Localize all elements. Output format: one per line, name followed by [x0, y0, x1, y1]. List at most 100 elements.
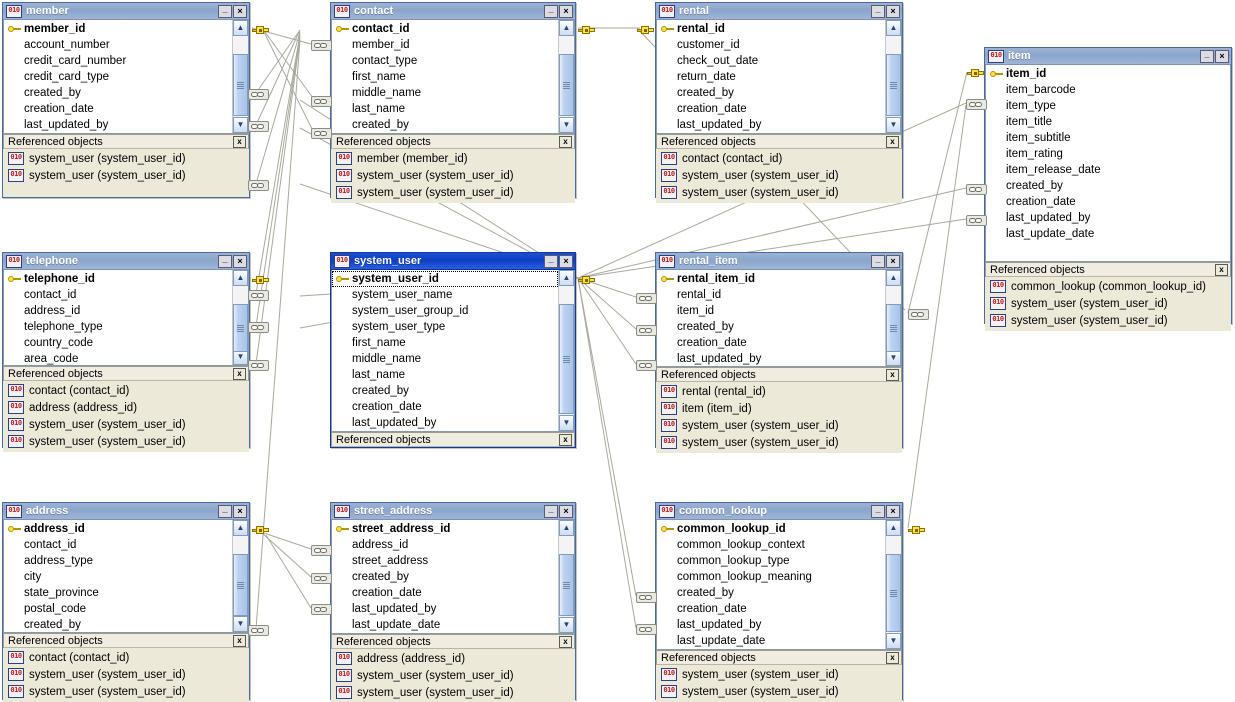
column-row-primary-key[interactable]: telephone_id — [4, 271, 232, 287]
column-row[interactable]: country_code — [4, 335, 232, 351]
column-row[interactable]: created_by — [657, 585, 885, 601]
column-row[interactable]: last_name — [332, 367, 558, 383]
column-row[interactable]: credit_card_type — [4, 69, 232, 85]
column-row[interactable]: last_update_date — [332, 617, 558, 633]
scrollbar-track[interactable] — [559, 286, 574, 415]
referenced-objects-close-icon[interactable]: x — [886, 651, 899, 664]
column-row[interactable]: middle_name — [332, 85, 558, 101]
title-bar[interactable]: 010 rental _ × — [656, 3, 902, 20]
foreign-key-link-icon[interactable] — [248, 180, 269, 191]
scroll-up-icon[interactable]: ▲ — [559, 270, 574, 286]
column-row[interactable]: return_date — [657, 69, 885, 85]
referenced-object-row[interactable]: 010 contact (contact_id) — [3, 382, 249, 399]
scroll-up-icon[interactable]: ▲ — [886, 20, 901, 36]
scroll-up-icon[interactable]: ▲ — [886, 270, 901, 286]
column-row[interactable]: postal_code — [4, 601, 232, 617]
referenced-object-row[interactable]: 010 system_user (system_user_id) — [331, 184, 575, 201]
referenced-object-row[interactable]: 010 system_user (system_user_id) — [3, 150, 249, 167]
foreign-key-link-icon[interactable] — [248, 290, 269, 301]
primary-key-link-icon[interactable] — [637, 25, 654, 36]
table-window-member[interactable]: 010 member _ × member_id account_number credit… — [2, 2, 250, 198]
title-bar[interactable]: 010 rental_item _ × — [656, 253, 902, 270]
column-row[interactable]: item_subtitle — [986, 130, 1230, 146]
scroll-down-icon[interactable]: ▼ — [886, 117, 901, 133]
column-row[interactable]: created_by — [332, 117, 558, 133]
column-row[interactable]: last_updated_by — [986, 210, 1230, 226]
referenced-object-row[interactable]: 010 common_lookup (common_lookup_id) — [985, 278, 1231, 295]
foreign-key-link-icon[interactable] — [966, 99, 987, 110]
scrollbar-thumb[interactable] — [559, 554, 574, 616]
scrollbar-track[interactable] — [233, 286, 248, 352]
column-row-primary-key[interactable]: contact_id — [332, 21, 558, 37]
scroll-down-icon[interactable]: ▼ — [886, 633, 901, 649]
referenced-object-row[interactable]: 010 system_user (system_user_id) — [3, 416, 249, 433]
close-icon[interactable]: × — [1215, 49, 1229, 63]
referenced-objects-close-icon[interactable]: x — [886, 135, 899, 148]
column-row-primary-key[interactable]: address_id — [4, 521, 232, 537]
column-row[interactable]: item_type — [986, 98, 1230, 114]
column-row[interactable]: item_barcode — [986, 82, 1230, 98]
scrollbar-track[interactable] — [559, 36, 574, 117]
column-row-primary-key[interactable]: member_id — [4, 21, 232, 37]
vertical-scrollbar[interactable]: ▲ ▼ — [558, 270, 574, 431]
scroll-down-icon[interactable]: ▼ — [233, 117, 248, 133]
column-row[interactable]: credit_card_number — [4, 53, 232, 69]
column-row-primary-key[interactable]: street_address_id — [332, 521, 558, 537]
scroll-up-icon[interactable]: ▲ — [233, 270, 248, 286]
minimize-button[interactable]: _ — [871, 254, 885, 268]
column-row[interactable]: created_by — [657, 85, 885, 101]
column-row[interactable]: creation_date — [332, 585, 558, 601]
scrollbar-track[interactable] — [886, 286, 901, 352]
column-row[interactable]: creation_date — [4, 101, 232, 117]
column-row[interactable]: item_release_date — [986, 162, 1230, 178]
close-icon[interactable]: × — [886, 4, 900, 18]
foreign-key-link-icon[interactable] — [248, 625, 269, 636]
primary-key-link-icon[interactable] — [967, 68, 984, 79]
referenced-object-row[interactable]: 010 rental (rental_id) — [656, 383, 902, 400]
foreign-key-link-icon[interactable] — [966, 184, 987, 195]
referenced-object-row[interactable]: 010 system_user (system_user_id) — [331, 167, 575, 184]
scroll-down-icon[interactable]: ▼ — [886, 350, 901, 366]
column-list[interactable]: item_id item_barcode item_type item_title it… — [985, 65, 1231, 262]
foreign-key-link-icon[interactable] — [636, 325, 657, 336]
scroll-down-icon[interactable]: ▼ — [559, 617, 574, 633]
column-row[interactable]: created_by — [332, 569, 558, 585]
close-icon[interactable]: × — [233, 4, 247, 18]
referenced-object-row[interactable]: 010 system_user (system_user_id) — [3, 433, 249, 450]
vertical-scrollbar[interactable]: ▲ ▼ — [232, 520, 248, 632]
foreign-key-link-icon[interactable] — [311, 545, 332, 556]
title-bar[interactable]: 010 common_lookup _ × — [656, 503, 902, 520]
column-row[interactable]: creation_date — [657, 335, 885, 351]
primary-key-link-icon[interactable] — [252, 275, 269, 286]
referenced-object-row[interactable]: 010 address (address_id) — [3, 399, 249, 416]
primary-key-link-icon[interactable] — [252, 525, 269, 536]
referenced-object-row[interactable]: 010 system_user (system_user_id) — [656, 417, 902, 434]
title-bar[interactable]: 010 telephone _ × — [3, 253, 249, 270]
column-list[interactable]: system_user_id system_user_name system_use… — [331, 270, 575, 432]
column-row[interactable]: item_rating — [986, 146, 1230, 162]
vertical-scrollbar[interactable]: ▲ ▼ — [885, 520, 901, 649]
column-row[interactable]: created_by — [986, 178, 1230, 194]
scrollbar-thumb[interactable] — [233, 304, 248, 352]
column-row[interactable]: address_type — [4, 553, 232, 569]
column-list[interactable]: contact_id member_id contact_type first_nam… — [331, 20, 575, 134]
scrollbar-track[interactable] — [233, 36, 248, 117]
minimize-button[interactable]: _ — [218, 254, 232, 268]
referenced-objects-close-icon[interactable]: x — [559, 135, 572, 148]
scrollbar-thumb[interactable] — [233, 554, 248, 616]
minimize-button[interactable]: _ — [544, 4, 558, 18]
referenced-object-row[interactable]: 010 system_user (system_user_id) — [3, 666, 249, 683]
column-row[interactable]: contact_id — [4, 537, 232, 553]
foreign-key-link-icon[interactable] — [248, 89, 269, 100]
column-row[interactable]: common_lookup_context — [657, 537, 885, 553]
referenced-objects-close-icon[interactable]: x — [233, 367, 246, 380]
referenced-objects-close-icon[interactable]: x — [886, 368, 899, 381]
minimize-button[interactable]: _ — [871, 4, 885, 18]
primary-key-link-icon[interactable] — [578, 275, 595, 286]
close-icon[interactable]: × — [886, 504, 900, 518]
column-row[interactable]: rental_id — [657, 287, 885, 303]
column-row[interactable]: city — [4, 569, 232, 585]
column-row[interactable]: address_id — [4, 303, 232, 319]
table-window-address[interactable]: 010 address _ × address_id contact_id address_… — [2, 502, 250, 702]
column-row[interactable]: middle_name — [332, 351, 558, 367]
